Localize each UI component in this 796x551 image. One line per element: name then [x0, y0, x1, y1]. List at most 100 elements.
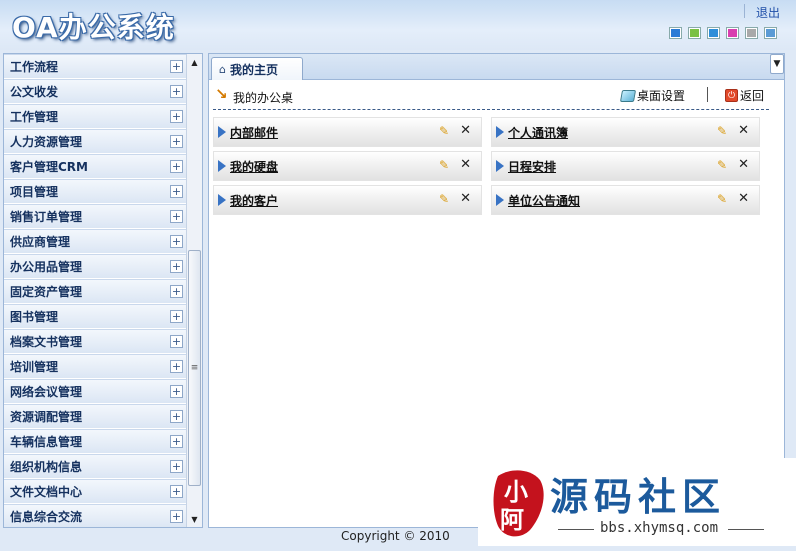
expand-triangle-icon[interactable]	[218, 126, 226, 138]
expand-plus-icon[interactable]: +	[170, 235, 183, 248]
edit-pencil-icon[interactable]: ✎	[439, 124, 449, 138]
close-icon[interactable]: ✕	[738, 157, 749, 172]
skin-pink-swatch[interactable]	[727, 28, 738, 38]
sidebar-item-label: 销售订单管理	[10, 210, 83, 224]
sidebar-item[interactable]: 项目管理 +	[4, 179, 187, 204]
expand-triangle-icon[interactable]	[496, 160, 504, 172]
power-icon: ⏻	[725, 89, 738, 102]
edit-pencil-icon[interactable]: ✎	[717, 158, 727, 172]
back-button[interactable]: ⏻ 返回	[725, 87, 764, 104]
close-icon[interactable]: ✕	[460, 191, 471, 206]
skin-picture-swatch[interactable]	[765, 28, 776, 38]
close-icon[interactable]: ✕	[460, 123, 471, 138]
expand-plus-icon[interactable]: +	[170, 510, 183, 523]
desk-module: 单位公告通知 ✎ ✕	[491, 185, 760, 215]
scroll-up-icon[interactable]: ▲	[187, 54, 202, 70]
expand-plus-icon[interactable]: +	[170, 260, 183, 273]
expand-plus-icon[interactable]: +	[170, 285, 183, 298]
edit-pencil-icon[interactable]: ✎	[439, 158, 449, 172]
sidebar-item[interactable]: 工作管理 +	[4, 104, 187, 129]
toolbar-divider	[707, 87, 708, 102]
desk-module: 个人通讯簿 ✎ ✕	[491, 117, 760, 147]
expand-plus-icon[interactable]: +	[170, 335, 183, 348]
expand-plus-icon[interactable]: +	[170, 435, 183, 448]
sidebar-item[interactable]: 公文收发 +	[4, 79, 187, 104]
sidebar-item[interactable]: 培训管理 +	[4, 354, 187, 379]
svg-text:阿: 阿	[500, 505, 524, 534]
sidebar-item[interactable]: 固定资产管理 +	[4, 279, 187, 304]
sidebar-item[interactable]: 办公用品管理 +	[4, 254, 187, 279]
close-icon[interactable]: ✕	[738, 123, 749, 138]
module-link[interactable]: 我的硬盘	[230, 158, 278, 175]
expand-plus-icon[interactable]: +	[170, 110, 183, 123]
sidebar-item-label: 办公用品管理	[10, 260, 83, 274]
scrollbar-thumb[interactable]: ≡	[188, 250, 201, 486]
sidebar-item[interactable]: 信息综合交流 +	[4, 504, 187, 527]
sidebar-item[interactable]: 供应商管理 +	[4, 229, 187, 254]
close-icon[interactable]: ✕	[738, 191, 749, 206]
skin-lightblue-swatch[interactable]	[708, 28, 719, 38]
edit-pencil-icon[interactable]: ✎	[439, 192, 449, 206]
main-panel: ⌂ 我的主页 ↘ 我的办公桌 桌面设置 ⏻ 返回 内部邮件 ✎ ✕ 个人通讯簿 ✎ ✕ 我的…	[208, 53, 785, 528]
expand-plus-icon[interactable]: +	[170, 360, 183, 373]
sidebar-item[interactable]: 人力资源管理 +	[4, 129, 187, 154]
tab-home[interactable]: ⌂ 我的主页	[211, 57, 303, 80]
expand-plus-icon[interactable]: +	[170, 160, 183, 173]
monitor-icon	[619, 89, 637, 102]
expand-triangle-icon[interactable]	[496, 194, 504, 206]
close-icon[interactable]: ✕	[460, 157, 471, 172]
sidebar-item-label: 档案文书管理	[10, 335, 83, 349]
sidebar-scrollbar[interactable]: ▲ ≡ ▼	[186, 54, 202, 527]
expand-plus-icon[interactable]: +	[170, 485, 183, 498]
expand-plus-icon[interactable]: +	[170, 210, 183, 223]
expand-plus-icon[interactable]: +	[170, 60, 183, 73]
sidebar-item[interactable]: 图书管理 +	[4, 304, 187, 329]
arrow-down-right-icon: ↘	[215, 85, 228, 103]
edit-pencil-icon[interactable]: ✎	[717, 192, 727, 206]
expand-plus-icon[interactable]: +	[170, 135, 183, 148]
app-logo: OA办公系统	[12, 11, 175, 44]
sidebar-item[interactable]: 销售订单管理 +	[4, 204, 187, 229]
expand-triangle-icon[interactable]	[496, 126, 504, 138]
sidebar-item[interactable]: 工作流程 +	[4, 54, 187, 79]
expand-plus-icon[interactable]: +	[170, 85, 183, 98]
svg-text:小: 小	[504, 477, 528, 506]
logout-link[interactable]: 退出	[756, 4, 780, 21]
expand-triangle-icon[interactable]	[218, 194, 226, 206]
sidebar-item-label: 固定资产管理	[10, 285, 83, 299]
expand-plus-icon[interactable]: +	[170, 410, 183, 423]
sidebar-item-label: 组织机构信息	[10, 460, 83, 474]
settings-label: 桌面设置	[637, 89, 686, 103]
sidebar-item[interactable]: 车辆信息管理 +	[4, 429, 187, 454]
sidebar-item-label: 供应商管理	[10, 235, 71, 249]
desktop-settings-button[interactable]: 桌面设置	[619, 87, 686, 104]
desk-module: 我的客户 ✎ ✕	[213, 185, 482, 215]
sidebar-item[interactable]: 文件文档中心 +	[4, 479, 187, 504]
edit-pencil-icon[interactable]: ✎	[717, 124, 727, 138]
sidebar-item[interactable]: 客户管理CRM +	[4, 154, 187, 179]
module-link[interactable]: 内部邮件	[230, 124, 278, 141]
watermark-rule-left	[558, 529, 594, 530]
skin-green-swatch[interactable]	[689, 28, 700, 38]
top-header: OA办公系统 退出	[0, 0, 796, 50]
sidebar-item[interactable]: 网络会议管理 +	[4, 379, 187, 404]
expand-triangle-icon[interactable]	[218, 160, 226, 172]
scroll-down-icon[interactable]: ▼	[187, 511, 202, 527]
sidebar-item[interactable]: 组织机构信息 +	[4, 454, 187, 479]
sidebar-item[interactable]: 档案文书管理 +	[4, 329, 187, 354]
expand-plus-icon[interactable]: +	[170, 460, 183, 473]
expand-plus-icon[interactable]: +	[170, 385, 183, 398]
expand-plus-icon[interactable]: +	[170, 185, 183, 198]
skin-blue-swatch[interactable]	[670, 28, 681, 38]
skin-gray-swatch[interactable]	[746, 28, 757, 38]
expand-plus-icon[interactable]: +	[170, 310, 183, 323]
watermark: 小 阿 源码社区 bbs.xhymsq.com	[478, 458, 796, 546]
module-link[interactable]: 单位公告通知	[508, 192, 580, 209]
module-link[interactable]: 个人通讯簿	[508, 124, 568, 141]
desk-module: 内部邮件 ✎ ✕	[213, 117, 482, 147]
module-link[interactable]: 我的客户	[230, 192, 278, 209]
sidebar-item-label: 文件文档中心	[10, 485, 83, 499]
module-link[interactable]: 日程安排	[508, 158, 556, 175]
sidebar-item[interactable]: 资源调配管理 +	[4, 404, 187, 429]
collapse-double-chevron-icon[interactable]: ▼	[770, 54, 784, 74]
